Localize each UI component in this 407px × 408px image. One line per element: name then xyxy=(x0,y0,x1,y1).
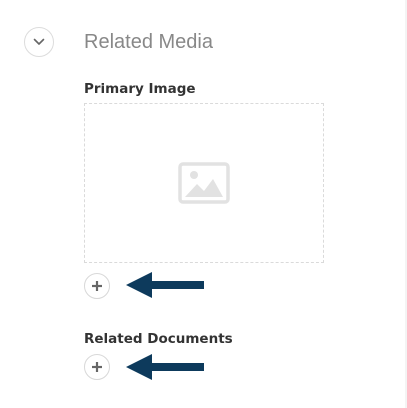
chevron-down-icon xyxy=(33,38,45,45)
primary-image-dropzone[interactable] xyxy=(84,103,324,263)
arrow-left-icon xyxy=(126,272,204,298)
primary-image-label: Primary Image xyxy=(84,81,196,97)
image-placeholder-icon xyxy=(178,162,230,204)
add-related-document-button[interactable] xyxy=(84,354,110,380)
section-title: Related Media xyxy=(84,31,213,53)
add-primary-image-button[interactable] xyxy=(84,273,110,299)
plus-icon xyxy=(92,362,102,372)
arrow-left-icon xyxy=(126,354,204,380)
plus-icon xyxy=(92,281,102,291)
collapse-toggle-button[interactable] xyxy=(24,27,54,57)
related-documents-label: Related Documents xyxy=(84,331,233,347)
